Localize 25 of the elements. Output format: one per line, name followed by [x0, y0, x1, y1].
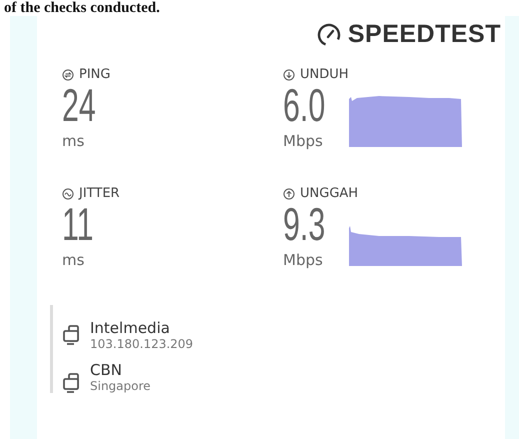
- wave-icon: [62, 188, 74, 200]
- download-icon: [283, 68, 295, 80]
- logo-text: SPEEDTEST: [348, 20, 501, 49]
- metric-label: JITTER: [79, 186, 120, 201]
- metric-unit: Mbps: [283, 251, 324, 269]
- devices-icon: [63, 373, 80, 393]
- metric-label: UNDUH: [300, 67, 349, 82]
- server-name: Intelmedia: [90, 319, 171, 337]
- server-detail: Singapore: [90, 379, 151, 393]
- metric-unit: ms: [62, 251, 86, 269]
- metric-unit: ms: [62, 132, 86, 150]
- devices-icon: [63, 325, 80, 345]
- metric-value: 24: [62, 82, 97, 128]
- upload-icon: [283, 188, 295, 200]
- server-name: CBN: [90, 361, 123, 379]
- server-detail: 103.180.123.209: [90, 337, 194, 351]
- gauge-icon: [316, 22, 341, 46]
- metric-label: UNGGAH: [300, 186, 358, 201]
- metric-value: 6.0: [283, 82, 323, 128]
- metric-value: 11: [62, 201, 94, 247]
- metric-value: 9.3: [283, 201, 323, 247]
- metric-unit: Mbps: [283, 132, 324, 150]
- ping-icon: [62, 68, 74, 80]
- metric-label: PING: [79, 67, 110, 82]
- caption-text: of the checks conducted.: [3, 0, 161, 16]
